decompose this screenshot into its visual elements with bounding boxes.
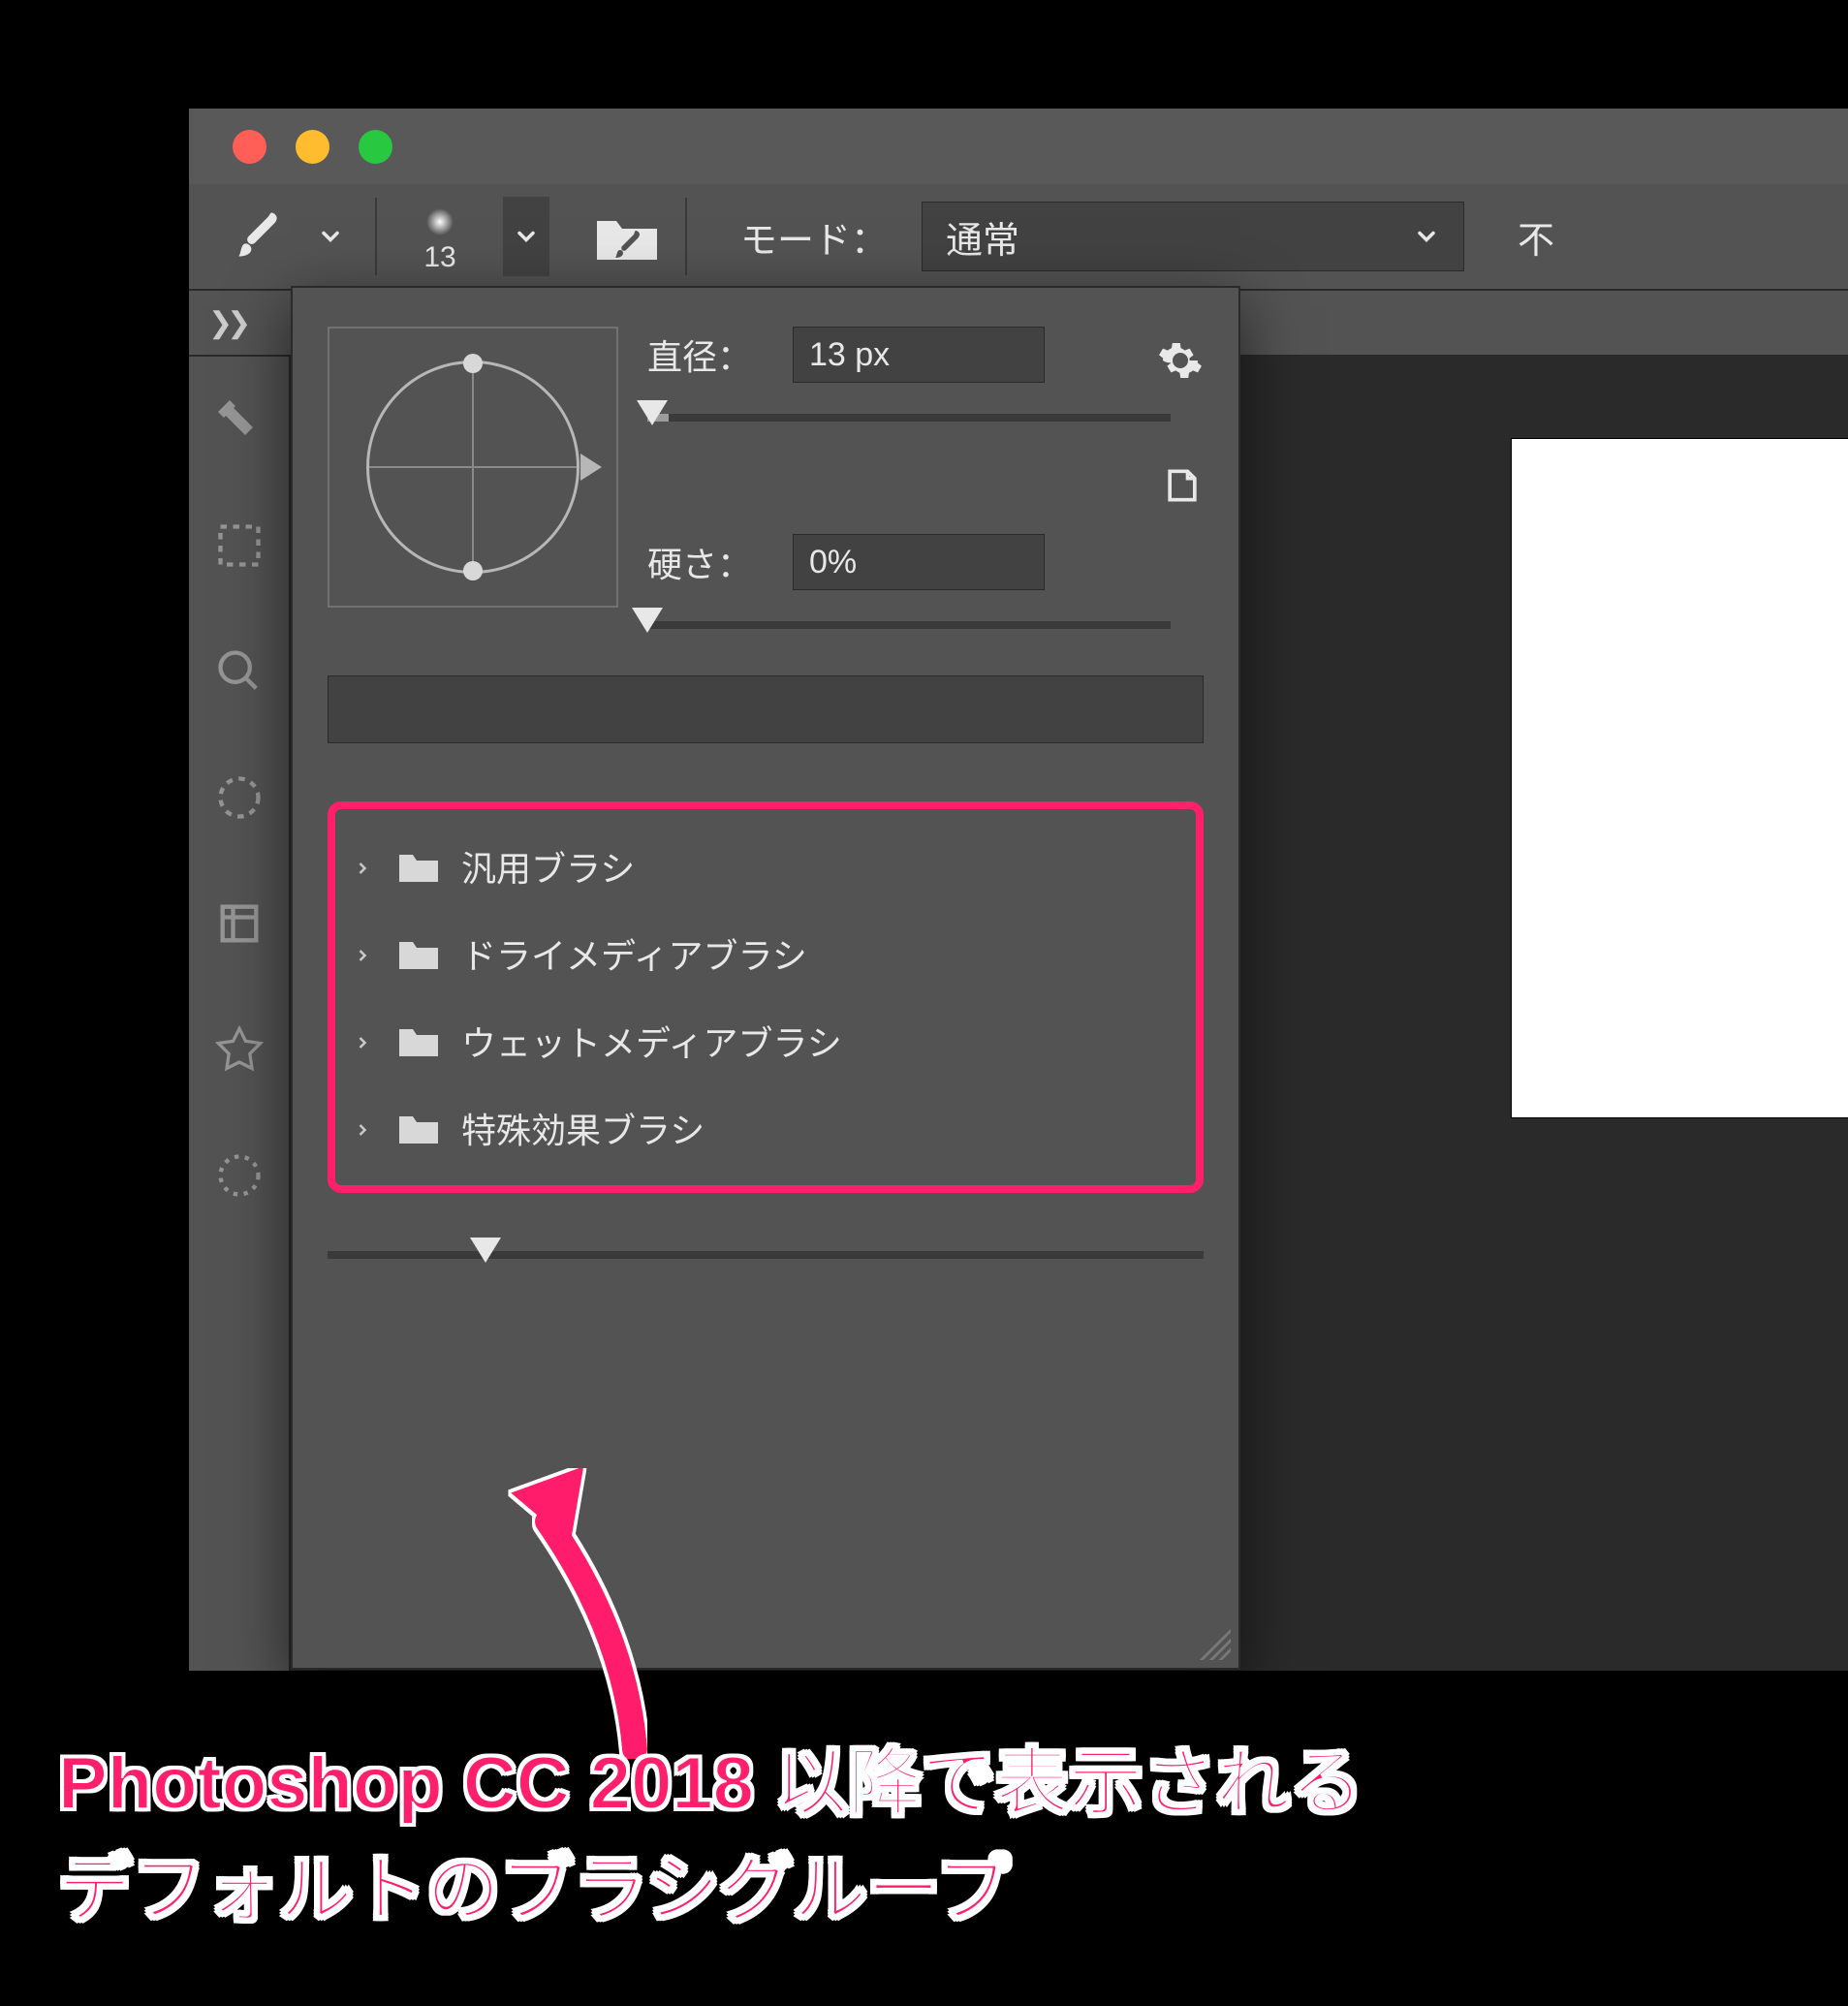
tools-panel xyxy=(189,357,291,1671)
gear-icon[interactable] xyxy=(1157,337,1204,384)
brush-folder-row[interactable]: ドライメディアブラシ xyxy=(335,910,1196,997)
chevron-right-icon xyxy=(353,1020,376,1061)
brush-picker-toggle[interactable] xyxy=(503,197,549,276)
resize-grip-icon[interactable] xyxy=(1192,1621,1231,1660)
tool-item[interactable] xyxy=(205,638,273,705)
blend-mode-select[interactable]: 通常 xyxy=(922,202,1464,271)
tool-item[interactable] xyxy=(205,386,273,454)
brush-folder-row[interactable]: ウェットメディアブラシ xyxy=(335,997,1196,1084)
brush-picker-flyout: 直径： 13 px 硬さ： 0% 汎用ブラシ xyxy=(291,286,1240,1670)
tool-item[interactable] xyxy=(205,1016,273,1083)
folder-label: ドライメディアブラシ xyxy=(461,928,807,979)
caption-line-1: Photoshop CC 2018 以降で表示される xyxy=(58,1731,1809,1837)
folder-label: 汎用ブラシ xyxy=(461,841,635,892)
hardness-input[interactable]: 0% xyxy=(793,534,1045,590)
window-minimize-button[interactable] xyxy=(296,130,329,164)
brush-angle-widget[interactable] xyxy=(328,327,618,608)
tool-item[interactable] xyxy=(205,890,273,957)
brush-settings-icon[interactable] xyxy=(593,207,661,266)
blend-mode-value: 通常 xyxy=(946,210,1019,264)
chevron-right-icon xyxy=(353,846,376,887)
titlebar xyxy=(189,109,1848,184)
brush-folder-row[interactable]: 汎用ブラシ xyxy=(335,823,1196,910)
chevron-right-icon xyxy=(353,933,376,974)
thumbnail-size-slider[interactable] xyxy=(328,1251,1204,1259)
options-bar: 13 モード： 通常 不 xyxy=(189,184,1848,291)
window-close-button[interactable] xyxy=(233,130,266,164)
folder-icon xyxy=(397,849,440,884)
opacity-label-clipped: 不 xyxy=(1518,210,1554,264)
folder-label: ウェットメディアブラシ xyxy=(461,1016,842,1066)
brush-search-input[interactable] xyxy=(328,675,1204,743)
divider xyxy=(375,198,377,275)
diameter-slider[interactable] xyxy=(647,414,1171,422)
diameter-input[interactable]: 13 px xyxy=(793,327,1045,383)
window-zoom-button[interactable] xyxy=(359,130,392,164)
mode-label: モード： xyxy=(740,210,888,264)
brush-tool-icon[interactable] xyxy=(228,205,286,268)
tool-item[interactable] xyxy=(205,764,273,831)
diameter-label: 直径： xyxy=(647,329,773,380)
divider xyxy=(685,198,687,275)
folder-icon xyxy=(397,1111,440,1145)
chevron-right-icon xyxy=(353,1108,376,1148)
brush-dot-icon xyxy=(426,208,454,235)
annotation-caption: Photoshop CC 2018 以降で表示される デフォルトのブラシグループ xyxy=(58,1731,1809,1944)
expand-panel-icon[interactable]: ❯❯ xyxy=(208,306,245,340)
brush-folder-row[interactable]: 特殊効果ブラシ xyxy=(335,1084,1196,1172)
caption-line-2: デフォルトのブラシグループ xyxy=(58,1837,1809,1944)
tool-preset-dropdown[interactable] xyxy=(310,216,351,257)
document-canvas[interactable] xyxy=(1512,439,1848,1117)
hardness-label: 硬さ： xyxy=(647,537,773,587)
new-preset-icon[interactable] xyxy=(1161,464,1204,507)
folder-icon xyxy=(397,1023,440,1058)
hardness-slider[interactable] xyxy=(647,621,1171,629)
brush-folder-list: 汎用ブラシ ドライメディアブラシ ウェットメディアブラシ 特殊効果ブラシ xyxy=(328,801,1204,1193)
brush-size-text: 13 xyxy=(423,241,455,274)
tool-item[interactable] xyxy=(205,512,273,580)
folder-label: 特殊効果ブラシ xyxy=(461,1103,705,1153)
brush-preview[interactable]: 13 xyxy=(401,199,479,274)
tool-item[interactable] xyxy=(205,1142,273,1209)
folder-icon xyxy=(397,936,440,971)
